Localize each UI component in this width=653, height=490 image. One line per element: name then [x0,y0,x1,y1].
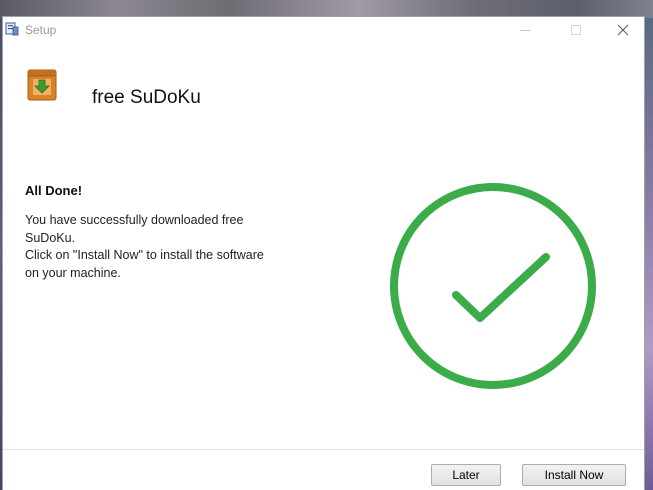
minimize-button[interactable] [505,17,545,43]
later-button[interactable]: Later [431,464,501,486]
setup-app-icon [5,22,19,36]
minimize-icon [520,30,530,31]
maximize-button[interactable] [556,17,596,43]
checkmark-circle-icon [387,180,599,392]
message-line: SuDoKu. [25,230,76,245]
install-now-button[interactable]: Install Now [522,464,626,486]
setup-window: Setup free SuDoKu All Done! You have suc… [2,16,645,490]
title-bar[interactable]: Setup [3,17,644,43]
done-heading: All Done! [25,183,83,198]
app-name: free SuDoKu [92,87,201,108]
message-line: Click on "Install Now" to install the so… [25,248,264,262]
desktop-background-right [645,18,653,490]
close-icon [617,24,629,36]
window-title: Setup [25,23,57,37]
message-line: You have successfully downloaded free [25,213,244,227]
done-message: You have successfully downloaded free Su… [25,212,315,282]
message-line: on your machine. [25,265,121,280]
download-box-icon [27,69,57,101]
close-button[interactable] [603,17,643,43]
maximize-icon [571,25,581,35]
footer: Later Install Now [3,450,644,490]
